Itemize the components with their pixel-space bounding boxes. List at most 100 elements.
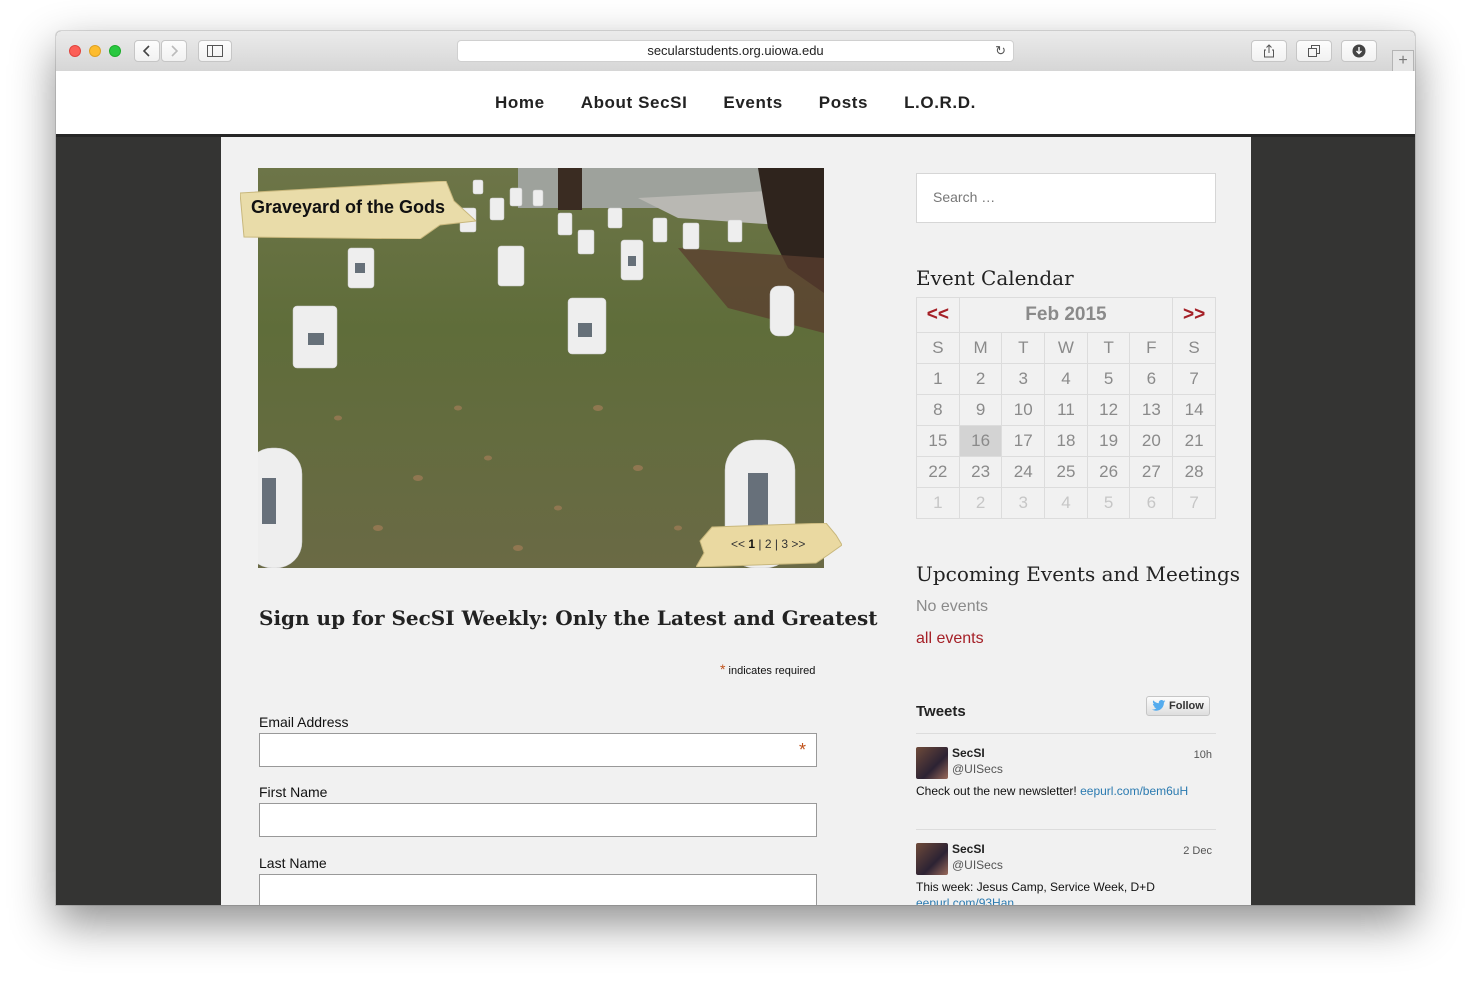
close-window-button[interactable]	[69, 45, 81, 57]
calendar-day[interactable]: 12	[1086, 394, 1131, 426]
tweet-timestamp[interactable]: 10h	[1194, 749, 1212, 761]
calendar-weekday: T	[1001, 332, 1046, 364]
calendar-day[interactable]: 1	[916, 363, 960, 395]
calendar-day[interactable]: 22	[916, 456, 960, 488]
tweet-link[interactable]: eepurl.com/bem6uH	[1080, 784, 1188, 798]
nav-link[interactable]: Events	[723, 93, 782, 112]
back-button[interactable]	[134, 40, 160, 62]
first-name-field[interactable]	[259, 803, 817, 837]
reload-icon[interactable]: ↻	[995, 41, 1006, 61]
calendar-month: Feb 2015	[958, 297, 1174, 333]
nav-item-events[interactable]: Events	[723, 93, 782, 113]
nav-item-home[interactable]: Home	[495, 93, 545, 113]
calendar-prev-month[interactable]: <<	[916, 297, 960, 333]
tweet-link[interactable]: eepurl.com/93Han	[916, 896, 1014, 905]
share-button[interactable]	[1251, 40, 1287, 62]
calendar-day[interactable]: 10	[1001, 394, 1046, 426]
calendar-day[interactable]: 7	[1172, 487, 1216, 519]
calendar-day[interactable]: 3	[1001, 487, 1046, 519]
no-events-text: No events	[916, 598, 989, 615]
calendar-day[interactable]: 13	[1129, 394, 1174, 426]
slider-caption: Graveyard of the Gods	[251, 197, 446, 217]
calendar-day[interactable]: 16	[958, 425, 1003, 457]
tweet-timestamp[interactable]: 2 Dec	[1183, 845, 1212, 857]
new-tab-button[interactable]: +	[1392, 50, 1414, 72]
tweet-item[interactable]: SecSI @UISecs 2 Dec This week: Jesus Cam…	[916, 829, 1216, 905]
newsletter-title: Sign up for SecSI Weekly: Only the Lates…	[259, 606, 878, 630]
nav-item-posts[interactable]: Posts	[819, 93, 868, 113]
calendar-day[interactable]: 27	[1129, 456, 1174, 488]
calendar-day[interactable]: 24	[1001, 456, 1046, 488]
email-field[interactable]: *	[259, 733, 817, 767]
calendar-day[interactable]: 23	[958, 456, 1003, 488]
slider-prev-link[interactable]: <<	[731, 537, 745, 551]
avatar[interactable]	[916, 747, 948, 779]
calendar-day[interactable]: 26	[1086, 456, 1131, 488]
slider-page-1[interactable]: 1	[748, 537, 755, 551]
calendar-day[interactable]: 20	[1129, 425, 1174, 457]
slider-next-link[interactable]: >>	[791, 537, 805, 551]
calendar-day[interactable]: 8	[916, 394, 960, 426]
calendar-weekday: F	[1129, 332, 1174, 364]
slider-page-3[interactable]: 3	[781, 537, 788, 551]
calendar-day[interactable]: 25	[1044, 456, 1088, 488]
calendar-day[interactable]: 28	[1172, 456, 1216, 488]
upcoming-events-title: Upcoming Events and Meetings	[916, 562, 1241, 586]
nav-link[interactable]: About SecSI	[581, 93, 688, 112]
minimize-window-button[interactable]	[89, 45, 101, 57]
event-calendar: << Feb 2015 >> S M T W T F S 1 2 3 4 5 6 7 8 9 10 11 12 13 1…	[916, 297, 1216, 519]
calendar-day[interactable]: 17	[1001, 425, 1046, 457]
calendar-title: Event Calendar	[916, 266, 1074, 290]
calendar-day[interactable]: 5	[1086, 363, 1131, 395]
all-events-link[interactable]: all events	[916, 630, 984, 648]
required-asterisk: *	[798, 740, 806, 760]
calendar-day[interactable]: 14	[1172, 394, 1216, 426]
tweet-author-handle[interactable]: @UISecs	[952, 762, 1003, 776]
calendar-day[interactable]: 9	[958, 394, 1003, 426]
follow-button[interactable]: Follow	[1146, 696, 1210, 716]
url-text: secularstudents.org.uiowa.edu	[647, 43, 824, 58]
nav-item-about-secsi[interactable]: About SecSI	[581, 93, 688, 113]
nav-link[interactable]: Home	[495, 93, 545, 112]
nav-item-l-o-r-d[interactable]: L.O.R.D.	[904, 93, 976, 113]
calendar-day[interactable]: 2	[958, 363, 1003, 395]
tweet-item[interactable]: SecSI @UISecs 10h Check out the new news…	[916, 733, 1216, 823]
slider-page-2[interactable]: 2	[765, 537, 772, 551]
calendar-day[interactable]: 5	[1086, 487, 1131, 519]
last-name-field[interactable]	[259, 874, 817, 905]
calendar-day[interactable]: 2	[958, 487, 1003, 519]
calendar-day[interactable]: 4	[1044, 363, 1088, 395]
forward-button[interactable]	[161, 40, 187, 62]
sidebar-toggle-button[interactable]	[198, 40, 232, 62]
calendar-day[interactable]: 11	[1044, 394, 1088, 426]
nav-link[interactable]: Posts	[819, 93, 868, 112]
show-tabs-button[interactable]	[1296, 40, 1332, 62]
address-bar[interactable]: secularstudents.org.uiowa.edu ↻	[457, 40, 1014, 62]
calendar-day[interactable]: 6	[1129, 363, 1174, 395]
calendar-next-month[interactable]: >>	[1172, 297, 1216, 333]
tweet-author-handle[interactable]: @UISecs	[952, 858, 1003, 872]
calendar-day[interactable]: 21	[1172, 425, 1216, 457]
share-icon	[1264, 44, 1274, 58]
downloads-button[interactable]	[1341, 40, 1377, 62]
calendar-day[interactable]: 19	[1086, 425, 1131, 457]
calendar-day[interactable]: 18	[1044, 425, 1088, 457]
tweet-text: This week: Jesus Camp, Service Week, D+D…	[916, 879, 1212, 905]
tweet-author-name[interactable]: SecSI	[952, 842, 985, 856]
nav-link[interactable]: L.O.R.D.	[904, 93, 976, 112]
tabs-icon	[1308, 45, 1320, 57]
maximize-window-button[interactable]	[109, 45, 121, 57]
calendar-weekday: S	[916, 332, 960, 364]
calendar-day[interactable]: 15	[916, 425, 960, 457]
calendar-day[interactable]: 7	[1172, 363, 1216, 395]
chevron-left-icon	[142, 45, 150, 57]
tweet-author-name[interactable]: SecSI	[952, 746, 985, 760]
avatar[interactable]	[916, 843, 948, 875]
calendar-day[interactable]: 1	[916, 487, 960, 519]
calendar-day[interactable]: 6	[1129, 487, 1174, 519]
twitter-bird-icon	[1152, 700, 1166, 711]
download-icon	[1352, 44, 1366, 58]
calendar-day[interactable]: 4	[1044, 487, 1088, 519]
calendar-day[interactable]: 3	[1001, 363, 1046, 395]
search-input[interactable]: Search …	[916, 173, 1216, 223]
